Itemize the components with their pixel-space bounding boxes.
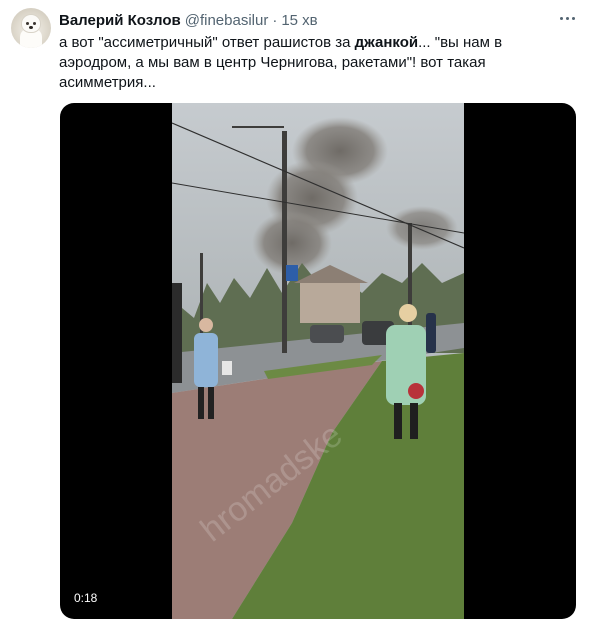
avatar-dog-eye <box>33 22 36 25</box>
avatar-dog-eye <box>26 22 29 25</box>
tweet-header: Валерий Козлов @finebasilur · 15 хв <box>59 10 318 30</box>
more-horizontal-icon <box>559 16 563 20</box>
tweet-text: а вот "ассиметричный" ответ рашистов за … <box>59 33 564 93</box>
more-horizontal-icon-dot <box>565 16 569 20</box>
tweet-text-bold: джанкой <box>354 34 419 51</box>
tweet-timestamp[interactable]: 15 хв <box>281 12 317 29</box>
author-handle[interactable]: @finebasilur <box>185 12 269 29</box>
tweet[interactable]: Валерий Козлов @finebasilur · 15 хв а во… <box>0 0 589 625</box>
avatar-dog-nose <box>29 26 33 29</box>
video-frame: hromadske <box>172 103 464 619</box>
avatar[interactable] <box>11 8 51 48</box>
header-separator: · <box>272 11 278 29</box>
video-player[interactable]: hromadske 0:18 <box>60 103 576 619</box>
video-still-image: hromadske <box>172 103 464 619</box>
video-duration-badge: 0:18 <box>68 589 104 607</box>
more-options-button[interactable] <box>556 9 578 27</box>
tweet-text-part: а вот "ассиметричный" ответ рашистов за <box>59 34 355 51</box>
more-horizontal-icon-dot <box>571 16 575 20</box>
author-name[interactable]: Валерий Козлов <box>59 12 181 29</box>
avatar-dog-head <box>22 15 40 32</box>
